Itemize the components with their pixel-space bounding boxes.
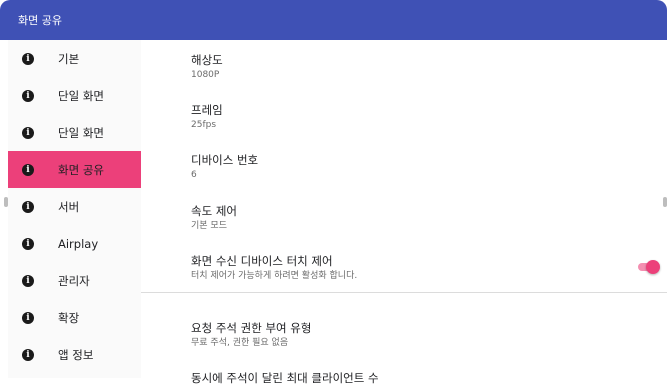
info-icon: i (22, 311, 34, 324)
sidebar-item-label: 확장 (58, 310, 80, 325)
sidebar-item-basic[interactable]: i 기본 (8, 40, 141, 77)
sidebar-item-label: 서버 (58, 199, 80, 214)
info-icon: i (22, 89, 34, 102)
sidebar-item-label: 앱 정보 (58, 347, 94, 362)
pref-summary: 6 (191, 170, 197, 180)
pref-annotation-permission[interactable]: 요청 주석 권한 부여 유형 무료 주석, 권한 필요 없음 (191, 321, 631, 349)
pref-title: 프레임 (191, 103, 223, 117)
pref-device-number[interactable]: 디바이스 번호 6 (191, 153, 631, 181)
sidebar-item-label: 기본 (58, 51, 80, 66)
sidebar-item-single-screen-2[interactable]: i 단일 화면 (8, 114, 141, 151)
info-icon: i (22, 126, 34, 139)
pref-summary: 무료 주석, 권한 필요 없음 (191, 338, 289, 348)
section-divider (141, 292, 667, 293)
pref-title: 디바이스 번호 (191, 153, 259, 167)
pref-title: 동시에 주석이 달린 최대 클라이언트 수 (191, 371, 379, 385)
pref-title: 요청 주석 권한 부여 유형 (191, 321, 312, 335)
pref-summary: 25fps (191, 120, 217, 130)
sidebar-item-single-screen[interactable]: i 단일 화면 (8, 77, 141, 114)
touch-control-toggle[interactable] (638, 260, 660, 274)
left-edge-handle (4, 197, 8, 207)
pref-summary: 1080P (191, 70, 220, 80)
sidebar-item-extension[interactable]: i 확장 (8, 299, 141, 336)
info-icon: i (22, 348, 34, 361)
pref-title: 화면 수신 디바이스 터치 제어 (191, 254, 333, 268)
sidebar-item-airplay[interactable]: i Airplay (8, 225, 141, 262)
pref-summary: 터치 제어가 가능하게 하려면 활성화 합니다. (191, 271, 358, 281)
sidebar-item-label: 단일 화면 (58, 88, 104, 103)
info-icon: i (22, 52, 34, 65)
sidebar-item-label: 단일 화면 (58, 125, 104, 140)
sidebar: i 기본 i 단일 화면 i 단일 화면 i 화면 공유 i 서버 i Airp… (8, 40, 141, 378)
pref-summary: 기본 모드 (191, 221, 227, 231)
settings-panel: 해상도 1080P 프레임 25fps 디바이스 번호 6 속도 제어 기본 모… (141, 40, 667, 385)
pref-title: 해상도 (191, 53, 223, 67)
sidebar-item-app-info[interactable]: i 앱 정보 (8, 336, 141, 373)
sidebar-item-label: 관리자 (58, 273, 90, 288)
pref-max-annotation-clients[interactable]: 동시에 주석이 달린 최대 클라이언트 수 (191, 371, 631, 385)
sidebar-item-screen-share[interactable]: i 화면 공유 (8, 151, 141, 188)
info-icon: i (22, 200, 34, 213)
pref-touch-control[interactable]: 화면 수신 디바이스 터치 제어 터치 제어가 가능하게 하려면 활성화 합니다… (191, 254, 631, 282)
pref-title: 속도 제어 (191, 204, 237, 218)
info-icon: i (22, 237, 34, 250)
sidebar-item-server[interactable]: i 서버 (8, 188, 141, 225)
sidebar-item-admin[interactable]: i 관리자 (8, 262, 141, 299)
pref-resolution[interactable]: 해상도 1080P (191, 53, 631, 81)
toggle-thumb (646, 260, 660, 274)
sidebar-item-label: Airplay (58, 236, 99, 251)
pref-frame-rate[interactable]: 프레임 25fps (191, 103, 631, 131)
sidebar-item-label: 화면 공유 (58, 162, 104, 177)
window-title: 화면 공유 (18, 14, 62, 27)
pref-speed-control[interactable]: 속도 제어 기본 모드 (191, 204, 631, 232)
right-edge-handle (663, 197, 667, 207)
info-icon: i (22, 274, 34, 287)
title-bar: 화면 공유 (0, 0, 667, 40)
info-icon: i (22, 163, 34, 176)
